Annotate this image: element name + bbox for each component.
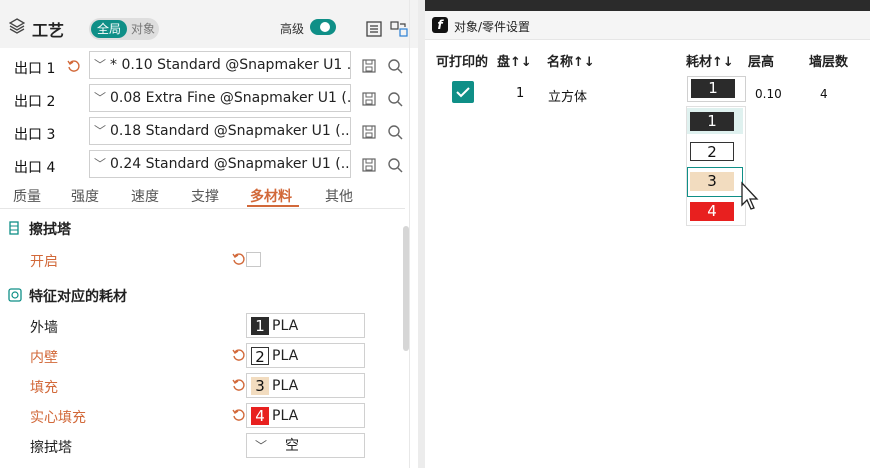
tab-strength[interactable]: 强度 xyxy=(71,186,99,206)
outlet-label-3: 出口 3 xyxy=(14,127,56,143)
wipe-tower-section-title: 擦拭塔 xyxy=(29,222,71,238)
outlet-3-profile-select[interactable]: ﹀ 0.18 Standard @Snapmaker U1 (... xyxy=(89,117,351,145)
active-tab-indicator xyxy=(247,205,299,207)
search-icon[interactable] xyxy=(387,124,403,140)
chevron-down-icon: ﹀ xyxy=(94,157,107,171)
outlet-label-4: 出口 4 xyxy=(14,160,56,176)
search-icon[interactable] xyxy=(387,91,403,107)
feature-filament-section-title: 特征对应的耗材 xyxy=(29,289,127,305)
tab-quality[interactable]: 质量 xyxy=(13,186,41,206)
object-settings-window xyxy=(425,0,870,468)
chevron-down-icon: ﹀ xyxy=(94,58,107,72)
reset-icon[interactable] xyxy=(67,59,81,73)
reset-icon[interactable] xyxy=(232,408,246,422)
window-title: 对象/零件设置 xyxy=(454,20,531,34)
dropdown-option-2[interactable]: 2 xyxy=(690,142,734,161)
wipe-tower-filament-select[interactable]: ﹀ 空 xyxy=(246,433,365,458)
dropdown-option-4[interactable]: 4 xyxy=(690,202,734,221)
list-icon[interactable] xyxy=(365,20,383,38)
profile-name: * 0.10 Standard @Snapmaker U1 ... xyxy=(110,57,351,73)
wipe-tower-icon xyxy=(9,221,19,235)
filament-material: PLA xyxy=(272,318,299,334)
walls-cell[interactable]: 4 xyxy=(820,87,828,101)
outlet-4-profile-select[interactable]: ﹀ 0.24 Standard @Snapmaker U1 (... xyxy=(89,150,351,178)
wipe-tower-filament-label: 擦拭塔 xyxy=(30,440,72,456)
search-icon[interactable] xyxy=(387,157,403,173)
inner-wall-filament-select[interactable]: 2 PLA xyxy=(246,343,365,368)
outer-wall-filament-select[interactable]: 1 PLA xyxy=(246,313,365,338)
col-layer-height[interactable]: 层高 xyxy=(748,51,774,70)
profile-name: 0.18 Standard @Snapmaker U1 (... xyxy=(110,123,351,139)
filament-spool-icon xyxy=(8,288,22,302)
window-gap xyxy=(418,0,425,468)
wipe-tower-filament-value: 空 xyxy=(285,438,299,454)
reset-icon[interactable] xyxy=(232,378,246,392)
chevron-down-icon: ﹀ xyxy=(255,439,268,453)
filament-material: PLA xyxy=(272,348,299,364)
infill-filament-select[interactable]: 3 PLA xyxy=(246,373,365,398)
col-walls[interactable]: 墙层数 xyxy=(809,51,848,70)
outlet-1-profile-select[interactable]: ﹀ * 0.10 Standard @Snapmaker U1 ... xyxy=(89,51,351,79)
scope-object-button[interactable]: 对象 xyxy=(128,20,158,38)
outlet-label-2: 出口 2 xyxy=(14,94,56,110)
save-icon[interactable] xyxy=(361,157,377,173)
outer-wall-label: 外墙 xyxy=(30,320,58,336)
wipe-tower-enable-checkbox[interactable] xyxy=(246,252,261,267)
inner-wall-label: 内壁 xyxy=(30,350,58,366)
chevron-down-icon: ﹀ xyxy=(94,91,107,105)
layers-icon xyxy=(9,18,25,34)
filament-cell-value: 1 xyxy=(691,79,735,98)
mouse-cursor-icon xyxy=(741,181,759,210)
filament-number: 2 xyxy=(251,347,269,366)
outlet-2-profile-select[interactable]: ﹀ 0.08 Extra Fine @Snapmaker U1 (... xyxy=(89,84,351,112)
solid-infill-label: 实心填充 xyxy=(30,410,86,426)
search-icon[interactable] xyxy=(387,58,403,74)
filament-number: 3 xyxy=(251,377,269,395)
col-plate[interactable]: 盘↑↓ xyxy=(497,51,532,70)
printable-checkbox[interactable] xyxy=(452,81,474,103)
window-top-strip xyxy=(425,0,870,11)
outlet-label-1: 出口 1 xyxy=(14,61,56,77)
dropdown-option-3[interactable]: 3 xyxy=(690,172,734,191)
col-filament[interactable]: 耗材↑↓ xyxy=(686,51,734,70)
dropdown-option-1[interactable]: 1 xyxy=(690,112,734,131)
advanced-label: 高级 xyxy=(280,22,305,36)
app-logo-icon: f xyxy=(432,17,448,33)
layer-height-cell[interactable]: 0.10 xyxy=(755,87,782,101)
plate-cell: 1 xyxy=(516,86,525,101)
wipe-tower-enable-label: 开启 xyxy=(30,254,58,270)
filament-number: 4 xyxy=(251,407,269,425)
tab-speed[interactable]: 速度 xyxy=(131,186,159,206)
save-icon[interactable] xyxy=(361,124,377,140)
chevron-down-icon: ﹀ xyxy=(94,124,107,138)
tab-multi-material[interactable]: 多材料 xyxy=(250,186,292,206)
filament-material: PLA xyxy=(272,378,299,394)
col-printable[interactable]: 可打印的 xyxy=(436,51,488,70)
save-icon[interactable] xyxy=(361,91,377,107)
solid-infill-filament-select[interactable]: 4 PLA xyxy=(246,403,365,428)
process-panel: 工艺 全局 对象 高级 出口 1 ﹀ * 0.10 Standard @Snap… xyxy=(0,0,418,468)
profile-name: 0.24 Standard @Snapmaker U1 (... xyxy=(110,156,351,172)
reset-icon[interactable] xyxy=(232,252,246,266)
compare-icon[interactable] xyxy=(390,20,408,38)
infill-label: 填充 xyxy=(30,380,58,396)
tab-others[interactable]: 其他 xyxy=(325,186,353,206)
scope-global-button[interactable]: 全局 xyxy=(91,20,127,38)
process-title: 工艺 xyxy=(32,21,65,40)
save-icon[interactable] xyxy=(361,58,377,74)
profile-name: 0.08 Extra Fine @Snapmaker U1 (... xyxy=(110,90,351,106)
filament-number: 1 xyxy=(251,317,269,335)
checkmark-icon xyxy=(456,87,470,98)
col-name[interactable]: 名称↑↓ xyxy=(547,51,595,70)
reset-icon[interactable] xyxy=(232,348,246,362)
panel-divider xyxy=(409,0,410,468)
filament-material: PLA xyxy=(272,408,299,424)
tab-divider xyxy=(0,208,405,209)
advanced-toggle-knob xyxy=(320,22,330,32)
name-cell[interactable]: 立方体 xyxy=(548,86,587,105)
tab-support[interactable]: 支撑 xyxy=(191,186,219,206)
